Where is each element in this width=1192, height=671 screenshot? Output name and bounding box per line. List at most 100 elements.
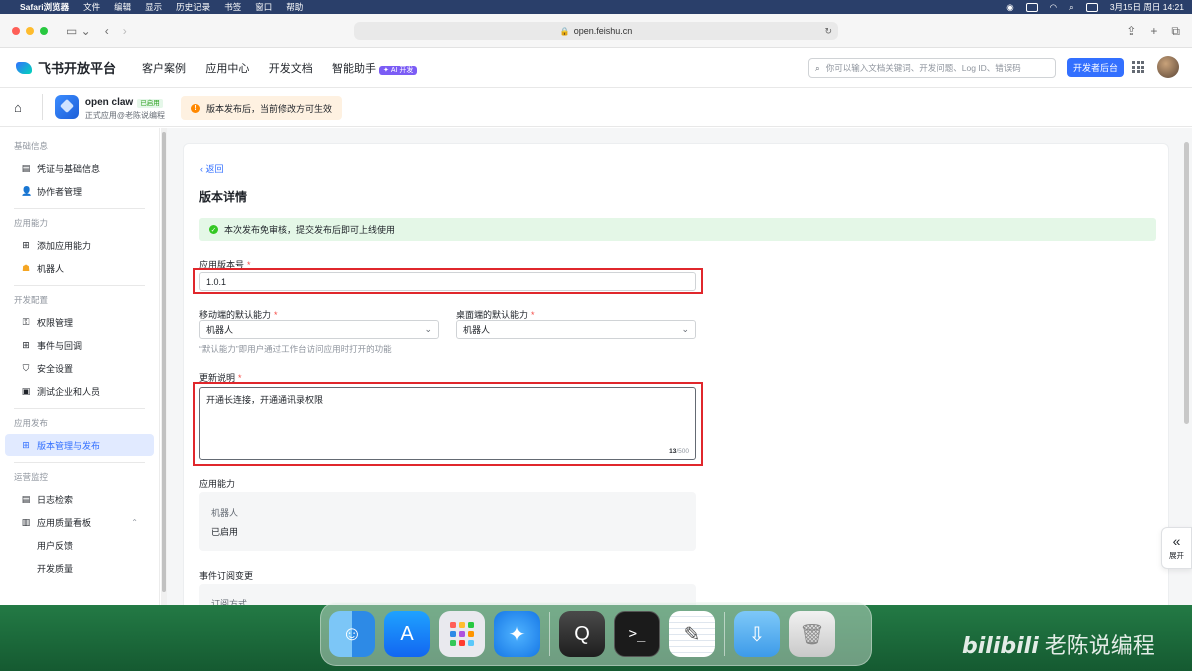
menu-item-file[interactable]: 文件 xyxy=(83,1,100,13)
version-input-value: 1.0.1 xyxy=(206,276,227,287)
menu-item-bookmarks[interactable]: 书签 xyxy=(224,1,241,13)
divider xyxy=(14,208,145,209)
finder-icon[interactable]: ☺ xyxy=(329,611,375,657)
home-icon[interactable]: ⌂ xyxy=(14,100,22,115)
mobile-capability-value: 机器人 xyxy=(206,325,234,335)
doc-search-input[interactable]: ⌕ 你可以输入文档关键词、开发问题、Log ID、错误码 xyxy=(808,58,1056,78)
app-icon xyxy=(54,95,79,119)
sidebar-subitem-dev-quality[interactable]: 开发质量 xyxy=(5,557,154,579)
sidebar-item-label: 凭证与基础信息 xyxy=(37,163,101,174)
sidebar-item-bot[interactable]: ☗ 机器人 xyxy=(5,257,154,279)
keyboard-icon[interactable] xyxy=(1025,2,1038,12)
menu-clock[interactable]: 3月15日 周日 14:21 xyxy=(1110,1,1184,13)
sidebar-item-permissions[interactable]: ⚿ 权限管理 xyxy=(5,311,154,333)
ai-dev-badge: ✦ AI 开发 xyxy=(379,65,418,75)
app-subtitle: 正式应用@老陈说编程 xyxy=(84,110,165,120)
menu-item-help[interactable]: 帮助 xyxy=(286,1,303,13)
user-avatar[interactable] xyxy=(1157,56,1179,78)
app-bar: ⌂ open claw 已启用 正式应用@老陈说编程 ! 版本发布后，当前修改方可… xyxy=(0,88,1192,127)
zoom-window-button[interactable] xyxy=(40,26,48,35)
trash-icon[interactable]: 🗑 xyxy=(789,611,835,657)
launchpad-icon[interactable] xyxy=(439,611,485,657)
sidebar-item-add-capability[interactable]: ⊞ 添加应用能力 xyxy=(5,234,154,256)
new-tab-icon[interactable]: + xyxy=(1150,24,1157,39)
developer-console-button[interactable]: 开发者后台 xyxy=(1067,58,1125,77)
back-arrow-icon[interactable]: ‹ xyxy=(105,24,109,38)
sidebar-item-label: 协作者管理 xyxy=(37,186,83,197)
control-center-icon[interactable] xyxy=(1085,2,1098,12)
site-logo[interactable]: 飞书开放平台 xyxy=(16,58,116,77)
sidebar-item-label: 安全设置 xyxy=(37,363,74,374)
macos-menu-bar: Safari浏览器 文件 编辑 显示 历史记录 书签 窗口 帮助 ◉ ◠ ⌕ 3… xyxy=(0,0,1192,14)
sidebar-toggle-icon[interactable]: ▭ ⌄ xyxy=(66,24,91,38)
sidebar-item-events[interactable]: ⊞ 事件与回调 xyxy=(5,334,154,356)
sidebar-item-collaborators[interactable]: 👤 协作者管理 xyxy=(5,180,154,202)
tab-overview-icon[interactable]: ⧉ xyxy=(1171,24,1180,39)
url-text: open.feishu.cn xyxy=(573,26,633,36)
wifi-icon[interactable]: ◠ xyxy=(1050,2,1057,13)
address-bar[interactable]: 🔒 open.feishu.cn ↻ xyxy=(354,22,838,40)
page-title: 版本详情 xyxy=(199,190,248,204)
menu-app-name[interactable]: Safari浏览器 xyxy=(20,1,69,13)
required-mark: * xyxy=(274,310,278,320)
menu-item-view[interactable]: 显示 xyxy=(145,1,162,13)
sidebar-item-credentials[interactable]: ▤ 凭证与基础信息 xyxy=(5,157,154,179)
capability-box: 机器人 已启用 xyxy=(199,492,696,551)
sidebar-item-log-search[interactable]: ▤ 日志检索 xyxy=(5,488,154,510)
apps-grid-icon[interactable] xyxy=(1132,61,1144,73)
app-store-icon[interactable]: A xyxy=(384,611,430,657)
terminal-icon[interactable]: >_ xyxy=(614,611,660,657)
nav-customer-cases[interactable]: 客户案例 xyxy=(142,63,186,75)
menu-item-edit[interactable]: 编辑 xyxy=(114,1,131,13)
lock-icon: 🔒 xyxy=(559,26,570,36)
event-plus-icon: ⊞ xyxy=(22,339,30,350)
record-icon[interactable]: ◉ xyxy=(1006,2,1013,13)
release-notes-textarea[interactable]: 开通长连接，开通通讯录权限 13/500 xyxy=(199,387,696,460)
share-icon[interactable]: ⇪ xyxy=(1126,24,1136,39)
downloads-folder-icon[interactable]: ⇩ xyxy=(734,611,780,657)
close-window-button[interactable] xyxy=(12,26,20,35)
nav-app-center[interactable]: 应用中心 xyxy=(205,63,249,75)
divider xyxy=(14,408,145,409)
app-info[interactable]: open claw 已启用 正式应用@老陈说编程 xyxy=(85,94,165,121)
version-input[interactable]: 1.0.1 xyxy=(199,272,696,291)
minimize-window-button[interactable] xyxy=(26,26,34,35)
search-icon[interactable]: ⌕ xyxy=(1069,2,1074,13)
sidebar-subitem-feedback[interactable]: 用户反馈 xyxy=(5,534,154,556)
reload-icon[interactable]: ↻ xyxy=(824,26,832,37)
nav-dev-docs[interactable]: 开发文档 xyxy=(269,63,313,75)
window-controls xyxy=(12,26,48,35)
divider xyxy=(14,285,145,286)
expand-label: 展开 xyxy=(1169,551,1184,560)
menu-item-history[interactable]: 历史记录 xyxy=(176,1,210,13)
quicktime-icon[interactable]: Q xyxy=(559,611,605,657)
sidebar-item-security[interactable]: ⛉ 安全设置 xyxy=(5,357,154,379)
browser-window: ▭ ⌄ ‹ › 🔒 open.feishu.cn ↻ ⇪ + ⧉ 飞书开放平台 … xyxy=(0,14,1192,605)
sidebar-item-test-tenants[interactable]: ▣ 测试企业和人员 xyxy=(5,380,154,402)
feishu-logo-icon xyxy=(16,61,32,74)
main-content: ‹ 返回 版本详情 ✓ 本次发布免审核，提交发布后即可上线使用 应用版本号 * 1… xyxy=(167,128,1192,605)
menu-item-window[interactable]: 窗口 xyxy=(255,1,272,13)
sidebar-section-title: 运营监控 xyxy=(14,472,49,482)
main-scrollbar[interactable] xyxy=(1184,142,1189,424)
bar-chart-icon: ▥ xyxy=(21,516,31,527)
key-icon: ⚿ xyxy=(22,316,30,327)
mobile-capability-label-text: 移动端的默认能力 xyxy=(199,310,272,320)
site-header: 飞书开放平台 客户案例 应用中心 开发文档 智能助手 ✦ AI 开发 ⌕ 你可以输… xyxy=(0,48,1192,88)
mobile-capability-select[interactable]: 机器人 ⌄ xyxy=(199,320,439,339)
sidebar-item-quality-board[interactable]: ▥ 应用质量看板 ⌃ xyxy=(5,511,154,533)
textedit-icon[interactable]: ✎ xyxy=(669,611,715,657)
sidebar-item-label: 日志检索 xyxy=(37,494,74,505)
desktop-capability-select[interactable]: 机器人 ⌄ xyxy=(456,320,696,339)
event-sub-label: 订阅方式 xyxy=(211,599,248,605)
sidebar-item-version-release[interactable]: ⊞ 版本管理与发布 xyxy=(5,434,154,456)
forward-arrow-icon[interactable]: › xyxy=(123,24,127,38)
capability-status: 已启用 xyxy=(211,527,239,537)
id-card-icon: ▤ xyxy=(21,162,31,173)
sidebar-section-title: 基础信息 xyxy=(14,141,49,151)
safari-icon[interactable]: ✦ xyxy=(494,611,540,657)
bilibili-logo: bilibili xyxy=(962,634,1039,659)
back-link[interactable]: ‹ 返回 xyxy=(200,162,224,175)
nav-ai-assistant[interactable]: 智能助手 ✦ AI 开发 xyxy=(332,63,418,75)
expand-panel-button[interactable]: « 展开 xyxy=(1161,527,1192,569)
